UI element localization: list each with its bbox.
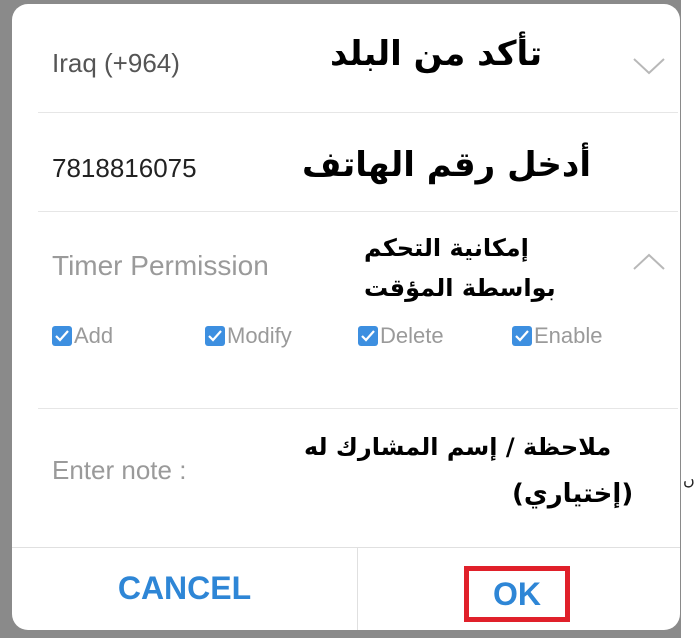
checkmark-icon	[205, 326, 225, 346]
country-selector[interactable]: Iraq (+964) تأكد من البلد	[12, 4, 680, 112]
checkbox-modify[interactable]: Modify	[205, 322, 292, 350]
checkmark-icon	[52, 326, 72, 346]
checkbox-delete[interactable]: Delete	[358, 322, 444, 350]
timer-annotation-line2: بواسطة المؤقت	[364, 274, 556, 302]
note-field[interactable]: Enter note : ملاحظة / إسم المشارك له (إخ…	[12, 409, 680, 547]
background-strip	[681, 0, 695, 638]
phone-value: 7818816075	[52, 153, 197, 183]
button-divider	[357, 548, 358, 630]
note-placeholder: Enter note :	[52, 455, 187, 485]
checkbox-label: Add	[74, 323, 114, 348]
timer-permission-section: Timer Permission إمكانية التحكم بواسطة ا…	[12, 212, 680, 408]
cancel-button[interactable]: CANCEL	[12, 548, 357, 628]
ok-label: OK	[493, 575, 541, 612]
note-annotation-line2: (إختياري)	[512, 479, 634, 509]
checkbox-label: Enable	[534, 323, 603, 348]
country-annotation: تأكد من البلد	[330, 34, 543, 74]
phone-annotation: أدخل رقم الهاتف	[302, 145, 592, 185]
checkmark-icon	[358, 326, 378, 346]
checkbox-enable[interactable]: Enable	[512, 322, 603, 350]
timer-permission-label: Timer Permission	[52, 250, 269, 281]
timer-annotation-line1: إمكانية التحكم	[364, 234, 529, 262]
note-annotation-line1: ملاحظة / إسم المشارك له	[304, 433, 612, 461]
add-user-dialog: Iraq (+964) تأكد من البلد 7818816075 أدخ…	[12, 4, 680, 630]
country-value: Iraq (+964)	[52, 48, 180, 78]
phone-field[interactable]: 7818816075 أدخل رقم الهاتف	[12, 113, 680, 211]
checkbox-label: Delete	[380, 323, 444, 348]
checkmark-icon	[512, 326, 532, 346]
chevron-down-icon[interactable]	[632, 56, 666, 76]
ok-button[interactable]: OK	[464, 566, 570, 622]
stray-character: ں	[683, 470, 695, 489]
checkbox-add[interactable]: Add	[52, 322, 113, 350]
checkbox-label: Modify	[227, 323, 292, 348]
chevron-up-icon[interactable]	[632, 252, 666, 272]
